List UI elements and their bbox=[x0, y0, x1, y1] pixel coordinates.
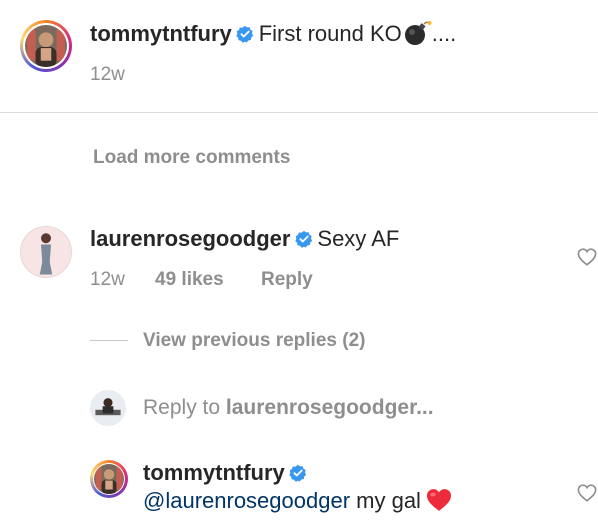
comment-likes-count[interactable]: 49 likes bbox=[155, 269, 224, 291]
bomb-emoji-icon bbox=[404, 21, 432, 45]
heart-outline-icon[interactable] bbox=[577, 484, 597, 502]
load-more-comments-button[interactable]: Load more comments bbox=[93, 147, 290, 169]
comment-text: my gal bbox=[350, 488, 421, 513]
comment-row: laurenrosegoodger Sexy AF bbox=[90, 226, 399, 252]
avatar-image bbox=[25, 25, 67, 67]
replies-line bbox=[90, 340, 128, 341]
verified-badge-icon bbox=[295, 230, 313, 248]
verified-badge-icon bbox=[289, 464, 307, 482]
comment-username[interactable]: tommytntfury bbox=[143, 460, 285, 485]
heart-outline-icon[interactable] bbox=[577, 248, 597, 266]
reply-input-username: laurenrosegoodger... bbox=[225, 396, 434, 419]
avatar-laurenrosegoodger[interactable] bbox=[20, 226, 72, 278]
mention-link[interactable]: @laurenrosegoodger bbox=[143, 488, 350, 513]
avatar-tommytntfury[interactable] bbox=[90, 460, 128, 498]
comment-username[interactable]: laurenrosegoodger bbox=[90, 226, 290, 251]
verified-badge-icon bbox=[236, 25, 254, 43]
comment-ellipsis: .... bbox=[431, 21, 457, 46]
comment-text: First round KO bbox=[258, 21, 402, 46]
reply-input-prefix: Reply to bbox=[143, 396, 226, 419]
avatar-image bbox=[21, 227, 71, 277]
avatar-image bbox=[90, 390, 126, 426]
comment-timestamp: 12w bbox=[90, 269, 125, 290]
divider bbox=[0, 112, 598, 113]
comment-text: Sexy AF bbox=[317, 226, 400, 251]
comment-username[interactable]: tommytntfury bbox=[90, 21, 232, 46]
reply-comment-body: @laurenrosegoodger my gal bbox=[143, 488, 453, 514]
view-previous-replies-button[interactable]: View previous replies (2) bbox=[143, 330, 365, 352]
reply-input[interactable]: Reply to laurenrosegoodger... bbox=[143, 396, 434, 420]
avatar-image bbox=[94, 464, 124, 494]
reply-comment-header: tommytntfury bbox=[143, 460, 307, 486]
own-avatar bbox=[90, 390, 126, 426]
comment-timestamp: 12w bbox=[90, 64, 125, 85]
reply-button[interactable]: Reply bbox=[261, 269, 313, 291]
red-heart-emoji-icon bbox=[427, 489, 452, 511]
avatar-tommytntfury[interactable] bbox=[20, 20, 72, 72]
comment-row: tommytntfury First round KO .... bbox=[90, 20, 456, 47]
